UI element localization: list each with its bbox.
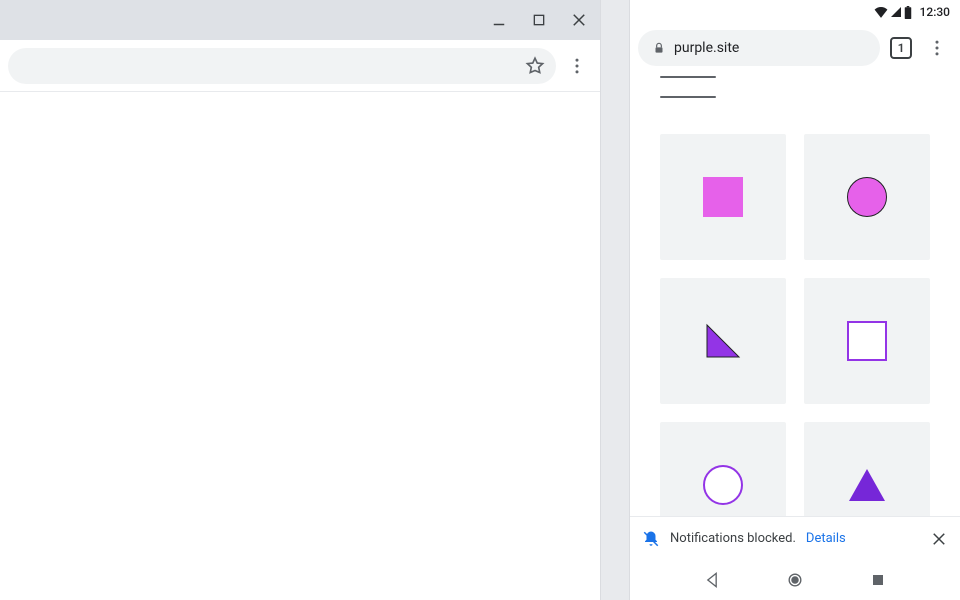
tile-square-outline[interactable] [804,278,930,404]
more-vertical-icon [927,38,947,58]
status-clock: 12:30 [920,5,950,19]
mobile-content [630,72,960,516]
tile-square-filled[interactable] [660,134,786,260]
nav-home-button[interactable] [785,570,805,590]
tile-triangle-up[interactable] [804,422,930,516]
mobile-toolbar: purple.site 1 [630,24,960,72]
more-vertical-icon [567,56,587,76]
infobar-close-button[interactable] [930,530,948,548]
desktop-menu-button[interactable] [562,51,592,81]
tab-switcher-button[interactable]: 1 [890,37,912,59]
wifi-icon [874,6,888,18]
maximize-icon [531,12,547,28]
battery-icon [904,6,912,19]
cellular-icon [890,6,902,18]
triangle-right-icon [703,321,743,361]
mobile-omnibox[interactable]: purple.site [638,30,880,66]
tab-count: 1 [898,41,905,55]
shape-grid [630,116,960,516]
nav-back-button[interactable] [702,570,722,590]
android-navbar [630,560,960,600]
lock-icon [652,41,666,55]
desktop-omnibox[interactable] [8,48,556,84]
triangle-up-icon [847,465,887,505]
circle-filled-icon [847,177,887,217]
star-icon[interactable] [524,55,546,77]
skeleton-text [630,76,960,98]
infobar: Notifications blocked. Details [630,516,960,560]
maximize-button[interactable] [524,5,554,35]
minimize-button[interactable] [484,5,514,35]
android-chrome-window: 12:30 purple.site 1 [630,0,960,600]
minimize-icon [490,11,508,29]
circle-outline-icon [703,465,743,505]
pane-divider [600,0,630,600]
desktop-content-area [0,92,600,600]
mobile-menu-button[interactable] [922,33,952,63]
nav-recents-button[interactable] [868,570,888,590]
tile-circle-outline[interactable] [660,422,786,516]
tile-triangle-right[interactable] [660,278,786,404]
close-icon [570,11,588,29]
bell-off-icon [642,530,660,548]
infobar-details-link[interactable]: Details [806,531,846,546]
square-filled-icon [703,177,743,217]
mobile-url-text: purple.site [674,40,739,56]
desktop-chrome-window [0,0,600,600]
square-outline-icon [847,321,887,361]
android-statusbar: 12:30 [630,0,960,24]
desktop-toolbar [0,40,600,92]
infobar-text: Notifications blocked. [670,531,796,546]
window-close-button[interactable] [564,5,594,35]
desktop-tabstrip [0,0,600,40]
tile-circle-filled[interactable] [804,134,930,260]
